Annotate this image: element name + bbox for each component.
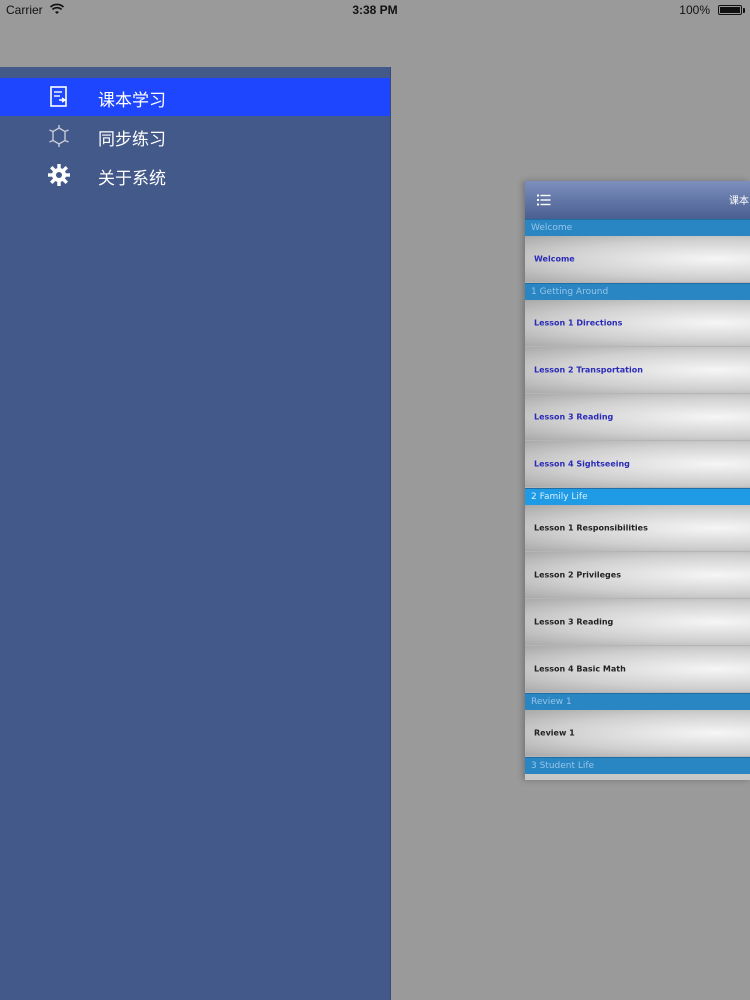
book-icon	[50, 86, 67, 107]
section-header: 1 Getting Around	[525, 283, 750, 300]
menu-item-label: 课本学习	[98, 91, 166, 111]
list-item-label: Lesson 1 Responsibilities	[534, 523, 648, 533]
list-item[interactable]: Lesson 3 Reading	[525, 599, 750, 646]
list-menu-icon[interactable]	[537, 194, 551, 206]
list-item[interactable]: Lesson 3 Reading	[525, 394, 750, 441]
sun-outline-icon	[49, 125, 69, 147]
battery-percent: 100%	[679, 3, 710, 17]
clock: 3:38 PM	[352, 3, 398, 17]
list-item[interactable]: Lesson 1 Responsibilities	[525, 505, 750, 552]
nav-bar: 课本	[525, 181, 750, 219]
list-item[interactable]: Welcome	[525, 236, 750, 283]
list-item[interactable]: Review 1	[525, 710, 750, 757]
section-header: Review 1	[525, 693, 750, 710]
list-item-label: Welcome	[534, 254, 575, 264]
list-item[interactable]: Lesson 1 Directions	[525, 300, 750, 347]
menu-item-practice[interactable]: 同步练习	[0, 117, 390, 155]
section-header: 2 Family Life	[525, 488, 750, 505]
menu-item-textbook[interactable]: 课本学习	[0, 78, 390, 116]
section-header: 3 Student Life	[525, 757, 750, 774]
list-item[interactable]: Lesson 2 Privileges	[525, 552, 750, 599]
battery-fill	[720, 7, 740, 13]
list-item-label: Review 1	[534, 728, 575, 738]
list-item-label: Lesson 4 Sightseeing	[534, 459, 630, 469]
status-bar: Carrier 3:38 PM 100%	[0, 0, 750, 22]
list-item-label: Lesson 4 Basic Math	[534, 664, 626, 674]
battery-icon	[718, 5, 745, 15]
list-item-label: Lesson 3 Reading	[534, 617, 614, 627]
lesson-list: Welcome Welcome 1 Getting Around Lesson 1 D…	[525, 219, 750, 774]
list-item-label: Lesson 1 Directions	[534, 318, 623, 328]
menu-item-label: 关于系统	[98, 169, 166, 189]
content-preview-card[interactable]: 课本 Welcome Welcome 1 Getting Around Lesson …	[525, 181, 750, 780]
list-item-label: Lesson 2 Transportation	[534, 365, 643, 375]
section-header: Welcome	[525, 219, 750, 236]
side-menu-drawer: 课本学习 同步练习 关于系统	[0, 67, 391, 1000]
list-item[interactable]: Lesson 4 Sightseeing	[525, 441, 750, 488]
gear-icon	[48, 164, 70, 186]
list-item-label: Lesson 3 Reading	[534, 412, 614, 422]
menu-item-label: 同步练习	[98, 130, 166, 150]
list-item-label: Lesson 2 Privileges	[534, 570, 621, 580]
list-item[interactable]: Lesson 2 Transportation	[525, 347, 750, 394]
list-item[interactable]: Lesson 4 Basic Math	[525, 646, 750, 693]
menu-item-about[interactable]: 关于系统	[0, 156, 390, 194]
nav-title: 课本	[729, 196, 749, 207]
